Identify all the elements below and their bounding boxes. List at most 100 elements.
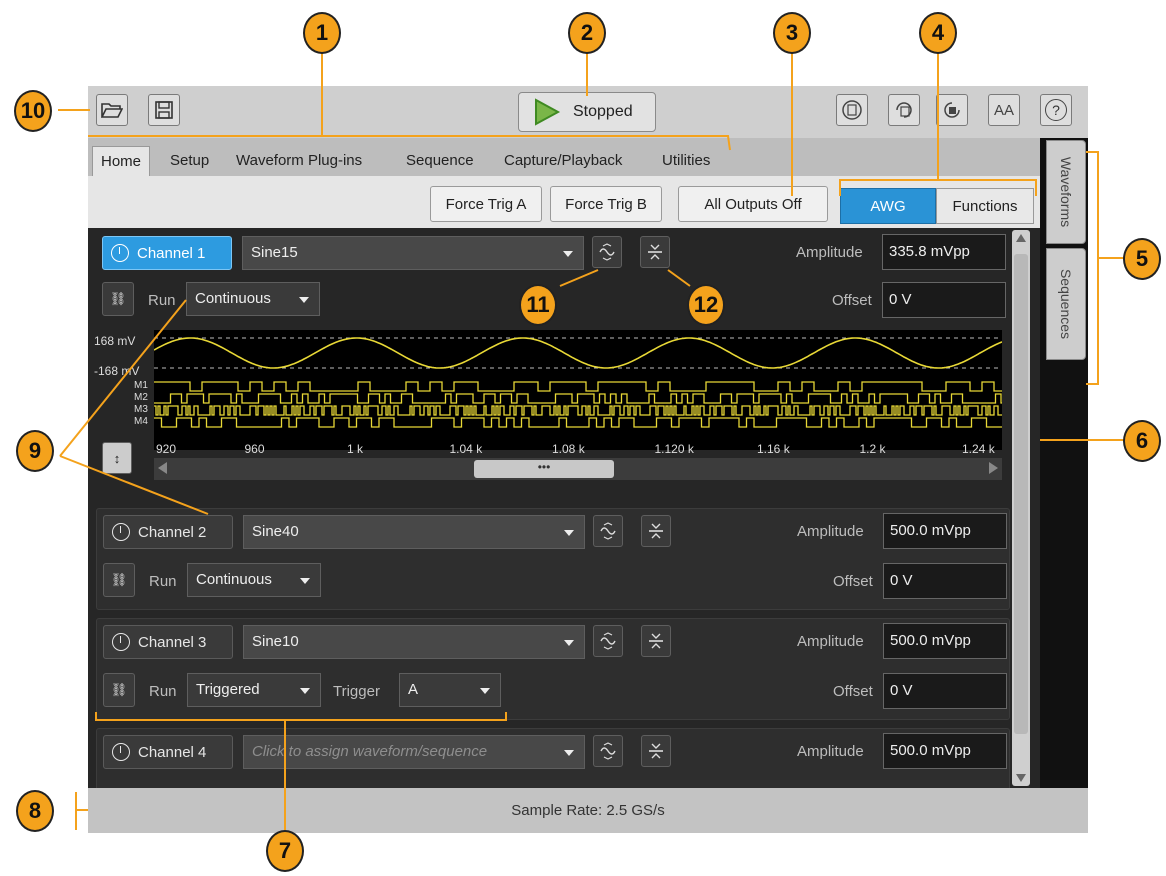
waveform-shape-icon[interactable]: [592, 236, 622, 268]
link-icon[interactable]: ⛓: [102, 282, 134, 316]
channel-3-trigger-select[interactable]: A: [399, 673, 501, 707]
amplitude-label: Amplitude: [796, 244, 863, 261]
help-icon[interactable]: ?: [1040, 94, 1072, 126]
vertical-scroll-thumb[interactable]: [1014, 254, 1028, 734]
channels-panel: Channel 1 Sine15 Amplitude 335.8 mVpp ⛓ …: [88, 228, 1040, 788]
chevron-down-icon: [480, 688, 490, 694]
waveform-trace: [153, 337, 1009, 428]
folder-open-icon[interactable]: [96, 94, 128, 126]
top-toolbar: Stopped AA ?: [88, 86, 1088, 138]
scroll-right-icon[interactable]: [989, 462, 998, 474]
channel-2-waveform-select[interactable]: Sine40: [243, 515, 585, 549]
amplitude-label: Amplitude: [797, 633, 864, 650]
marker-label-m2: M2: [134, 392, 148, 403]
power-icon: [111, 244, 129, 262]
save-icon[interactable]: [148, 94, 180, 126]
recall-setup-icon[interactable]: [836, 94, 868, 126]
x-tick-label: 1.04 k: [449, 442, 483, 456]
compress-amplitude-icon[interactable]: [641, 625, 671, 657]
tab-capture-playback[interactable]: Capture/Playback: [496, 146, 630, 176]
marker-label-m4: M4: [134, 416, 148, 427]
force-trig-a-button[interactable]: Force Trig A: [430, 186, 542, 222]
force-trig-b-button[interactable]: Force Trig B: [550, 186, 662, 222]
channel-3-waveform-select[interactable]: Sine10: [243, 625, 585, 659]
save-setup-icon[interactable]: [888, 94, 920, 126]
link-icon[interactable]: ⛓: [103, 563, 135, 597]
scroll-thumb[interactable]: •••: [474, 460, 614, 478]
all-outputs-off-button[interactable]: All Outputs Off: [678, 186, 828, 222]
channel-1-amplitude-input[interactable]: 335.8 mVpp: [882, 234, 1006, 270]
play-icon: [535, 98, 561, 126]
home-ribbon: Force Trig A Force Trig B All Outputs Of…: [88, 176, 1040, 228]
x-tick-label: 1 k: [347, 442, 364, 456]
x-tick-label: 960: [244, 442, 265, 456]
callout-1: 1: [303, 12, 341, 54]
scroll-up-icon[interactable]: [1016, 234, 1026, 242]
waveform-shape-icon[interactable]: [593, 625, 623, 657]
waveform-shape-icon[interactable]: [593, 735, 623, 767]
channel-2-run-mode-select[interactable]: Continuous: [187, 563, 321, 597]
channel-3-toggle[interactable]: Channel 3: [103, 625, 233, 659]
channel-3-run-mode-select[interactable]: Triggered: [187, 673, 321, 707]
tab-waveform-plugins[interactable]: Waveform Plug-ins: [228, 146, 370, 176]
tab-setup[interactable]: Setup: [162, 146, 217, 176]
callout-11: 11: [519, 284, 557, 326]
channel-1-waveform-select[interactable]: Sine15: [242, 236, 584, 270]
chevron-down-icon: [564, 640, 574, 646]
compress-amplitude-icon[interactable]: [641, 735, 671, 767]
channel-4-row: Channel 4 Click to assign waveform/seque…: [96, 728, 1010, 788]
reset-icon[interactable]: [936, 94, 968, 126]
side-tab-sequences[interactable]: Sequences: [1046, 248, 1086, 360]
channel-2-toggle[interactable]: Channel 2: [103, 515, 233, 549]
channel-4-toggle[interactable]: Channel 4: [103, 735, 233, 769]
link-icon[interactable]: ⛓: [103, 673, 135, 707]
offset-label: Offset: [832, 292, 872, 309]
power-icon: [112, 523, 130, 541]
chevron-down-icon: [300, 578, 310, 584]
channel-4-amplitude-input[interactable]: 500.0 mVpp: [883, 733, 1007, 769]
status-bar: Sample Rate: 2.5 GS/s: [88, 788, 1088, 833]
chevron-down-icon: [564, 530, 574, 536]
play-stop-button[interactable]: Stopped: [518, 92, 656, 132]
mode-functions-toggle[interactable]: Functions: [936, 188, 1034, 224]
callout-7: 7: [266, 830, 304, 872]
marker-trace-m1: [154, 381, 1006, 392]
main-tabs: Home Setup Waveform Plug-ins Sequence Ca…: [88, 138, 1088, 176]
channel-2-amplitude-input[interactable]: 500.0 mVpp: [883, 513, 1007, 549]
channel-2-offset-input[interactable]: 0 V: [883, 563, 1007, 599]
scroll-left-icon[interactable]: [158, 462, 167, 474]
y-axis-bottom-label: -168 mV: [94, 364, 140, 378]
awg-window: Stopped AA ? Home Setup Waveform Plug-in…: [88, 86, 1088, 833]
side-tab-waveforms[interactable]: Waveforms: [1046, 140, 1086, 244]
mode-awg-toggle[interactable]: AWG: [840, 188, 936, 224]
channel-4-waveform-select[interactable]: Click to assign waveform/sequence: [243, 735, 585, 769]
channels-vertical-scrollbar[interactable]: [1012, 230, 1030, 786]
power-icon: [112, 743, 130, 761]
x-tick-label: 1.08 k: [552, 442, 585, 456]
offset-label: Offset: [833, 573, 873, 590]
power-icon: [112, 633, 130, 651]
callout-6: 6: [1123, 420, 1161, 462]
scroll-down-icon[interactable]: [1016, 774, 1026, 782]
channel-1-offset-input[interactable]: 0 V: [882, 282, 1006, 318]
waveform-shape-icon[interactable]: [593, 515, 623, 547]
callout-2: 2: [568, 12, 606, 54]
channel-3-offset-input[interactable]: 0 V: [883, 673, 1007, 709]
tab-home[interactable]: Home: [92, 146, 151, 176]
channel-3-amplitude-input[interactable]: 500.0 mVpp: [883, 623, 1007, 659]
channel-1-run-mode-select[interactable]: Continuous: [186, 282, 320, 316]
chevron-down-icon: [563, 251, 573, 257]
autoscale-icon[interactable]: ↕: [102, 442, 132, 474]
tab-sequence[interactable]: Sequence: [398, 146, 482, 176]
compress-amplitude-icon[interactable]: [640, 236, 670, 268]
side-panel: Waveforms Sequences: [1040, 138, 1088, 788]
preview-horizontal-scrollbar[interactable]: •••: [154, 458, 1002, 480]
font-size-icon[interactable]: AA: [988, 94, 1020, 126]
marker-trace-m2: [154, 393, 1007, 404]
run-label: Run: [148, 292, 176, 309]
x-tick-label: 1.16 k: [757, 442, 790, 456]
channel-1-toggle[interactable]: Channel 1: [102, 236, 232, 270]
channel-1-row: Channel 1 Sine15 Amplitude 335.8 mVpp ⛓ …: [94, 230, 1010, 486]
compress-amplitude-icon[interactable]: [641, 515, 671, 547]
tab-utilities[interactable]: Utilities: [654, 146, 718, 176]
